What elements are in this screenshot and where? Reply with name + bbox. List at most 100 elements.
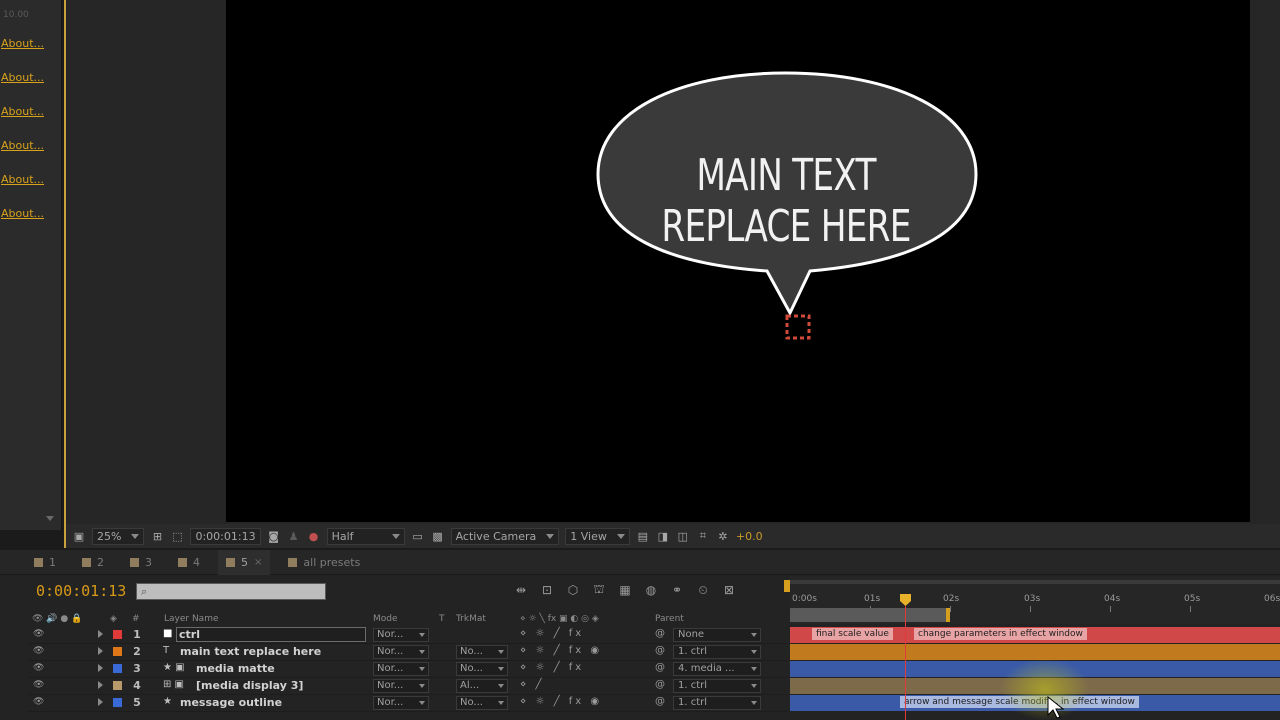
marker-label[interactable]: final scale value: [812, 628, 893, 640]
draft-3d-icon[interactable]: ⬡: [564, 582, 582, 598]
eye-icon[interactable]: 👁: [33, 646, 44, 656]
brainstorm-icon[interactable]: ⚭: [668, 582, 686, 598]
current-time-display[interactable]: 0:00:01:13: [36, 582, 126, 600]
pickwhip-icon[interactable]: @: [655, 696, 665, 707]
trkmat-dropdown[interactable]: No...: [456, 696, 508, 710]
parent-dropdown[interactable]: 1. ctrl: [673, 696, 761, 710]
layer-duration-bar[interactable]: [790, 644, 1280, 660]
exposure-reset-icon[interactable]: ✲: [716, 529, 730, 543]
about-link[interactable]: About...: [1, 139, 44, 152]
pickwhip-icon[interactable]: @: [655, 645, 665, 656]
work-area-end-handle[interactable]: [946, 608, 950, 622]
timeline-icon[interactable]: ◫: [676, 529, 690, 543]
layer-duration-bar[interactable]: final scale value change parameters in e…: [790, 627, 1280, 643]
scroll-down-icon[interactable]: [46, 516, 54, 521]
about-link[interactable]: About...: [1, 207, 44, 220]
always-preview-icon[interactable]: ▣: [72, 529, 86, 543]
layer-name[interactable]: [media display 3]: [196, 679, 303, 692]
layer-row[interactable]: 👁 3 ★ ▣ media matte Nor... No... ⋄ ☼ ╱ f…: [28, 661, 788, 678]
time-navigator[interactable]: [784, 580, 1280, 592]
motion-blur-icon[interactable]: ◍: [642, 582, 660, 598]
view-layout-dropdown[interactable]: 1 View: [565, 527, 630, 545]
about-link[interactable]: About...: [1, 173, 44, 186]
show-snapshot-icon[interactable]: ♟: [287, 529, 301, 543]
shy-layers-icon[interactable]: ⛫: [590, 582, 608, 598]
expand-arrow-icon[interactable]: [98, 681, 103, 689]
live-update-icon[interactable]: ⊡: [538, 582, 556, 598]
eye-icon[interactable]: 👁: [33, 697, 44, 707]
layer-row[interactable]: 👁 2 T main text replace here Nor... No..…: [28, 644, 788, 661]
auto-keyframe-icon[interactable]: ⏲: [694, 582, 712, 598]
expand-arrow-icon[interactable]: [98, 698, 103, 706]
layer-row[interactable]: 👁 5 ★ message outline Nor... No... ⋄ ☼ ╱…: [28, 695, 788, 712]
layer-switches[interactable]: ⋄ ☼ ╱ fx: [520, 662, 584, 673]
layer-switches[interactable]: ⋄ ╱: [520, 679, 544, 690]
color-channels-icon[interactable]: ●: [307, 529, 321, 543]
expand-arrow-icon[interactable]: [98, 647, 103, 655]
layer-switches[interactable]: ⋄ ☼ ╱ fx ◉: [520, 696, 602, 707]
label-color-chip[interactable]: [113, 698, 122, 707]
parent-dropdown[interactable]: 1. ctrl: [673, 645, 761, 659]
composition-canvas[interactable]: MAIN TEXT REPLACE HERE: [226, 0, 1250, 522]
timeline-track-area[interactable]: 0:00s 01s 02s 03s 04s 05s 06s final scal…: [784, 576, 1280, 720]
expand-arrow-icon[interactable]: [98, 630, 103, 638]
tab-comp-1[interactable]: 1: [26, 550, 64, 575]
pickwhip-icon[interactable]: @: [655, 662, 665, 673]
tab-comp-5[interactable]: 5 ×: [218, 549, 271, 575]
trkmat-dropdown[interactable]: Al...: [456, 679, 508, 693]
trkmat-dropdown[interactable]: No...: [456, 662, 508, 676]
fast-previews-icon[interactable]: ◨: [656, 529, 670, 543]
toggle-pixel-aspect-icon[interactable]: ▤: [636, 529, 650, 543]
layer-switches[interactable]: ⋄ ☼ ╱ fx: [520, 628, 584, 639]
about-link[interactable]: About...: [1, 71, 44, 84]
about-link[interactable]: About...: [1, 105, 44, 118]
camera-dropdown[interactable]: Active Camera: [450, 527, 560, 545]
layer-name[interactable]: main text replace here: [180, 645, 321, 658]
graph-editor-icon[interactable]: ⊠: [720, 582, 738, 598]
tab-all-presets[interactable]: all presets: [280, 550, 368, 575]
flowchart-icon[interactable]: ⌗: [696, 529, 710, 543]
zoom-dropdown[interactable]: 25%: [92, 527, 145, 545]
comp-mini-flowchart-icon[interactable]: ⇹: [512, 582, 530, 598]
parent-dropdown[interactable]: 1. ctrl: [673, 679, 761, 693]
mode-dropdown[interactable]: Nor...: [373, 662, 429, 676]
eye-icon[interactable]: 👁: [33, 629, 44, 639]
playhead-handle-icon[interactable]: [900, 594, 911, 606]
mode-dropdown[interactable]: Nor...: [373, 645, 429, 659]
parent-dropdown[interactable]: 4. media ...: [673, 662, 761, 676]
label-color-chip[interactable]: [113, 630, 122, 639]
resolution-dropdown[interactable]: Half: [326, 527, 405, 545]
exposure-value[interactable]: +0.0: [736, 530, 763, 543]
label-color-chip[interactable]: [113, 664, 122, 673]
layer-switches[interactable]: ⋄ ☼ ╱ fx ◉: [520, 645, 602, 656]
layer-row[interactable]: 👁 1 ■ ctrl Nor... ⋄ ☼ ╱ fx @ None: [28, 627, 788, 644]
mode-dropdown[interactable]: Nor...: [373, 628, 429, 642]
label-color-chip[interactable]: [113, 681, 122, 690]
layer-name[interactable]: message outline: [180, 696, 282, 709]
work-area-bar[interactable]: [790, 608, 948, 622]
layer-name[interactable]: media matte: [196, 662, 275, 675]
frame-blending-icon[interactable]: ▦: [616, 582, 634, 598]
region-of-interest-icon[interactable]: ▭: [411, 529, 425, 543]
column-layer-name[interactable]: Layer Name: [164, 614, 219, 624]
eye-icon[interactable]: 👁: [33, 663, 44, 673]
expand-arrow-icon[interactable]: [98, 664, 103, 672]
pickwhip-icon[interactable]: @: [655, 628, 665, 639]
pickwhip-icon[interactable]: @: [655, 679, 665, 690]
label-color-chip[interactable]: [113, 647, 122, 656]
snapshot-icon[interactable]: ◙: [267, 529, 281, 543]
marker-label[interactable]: change parameters in effect window: [914, 628, 1087, 640]
trkmat-dropdown[interactable]: No...: [456, 645, 508, 659]
tab-comp-3[interactable]: 3: [122, 550, 160, 575]
current-time-field[interactable]: 0:00:01:13: [190, 527, 261, 545]
mode-dropdown[interactable]: Nor...: [373, 696, 429, 710]
mask-visibility-icon[interactable]: ⬚: [170, 529, 184, 543]
about-link[interactable]: About...: [1, 37, 44, 50]
layer-row[interactable]: 👁 4 ⊞ ▣ [media display 3] Nor... Al... ⋄…: [28, 678, 788, 695]
layer-name-input[interactable]: ctrl: [176, 627, 366, 642]
tab-comp-4[interactable]: 4: [170, 550, 208, 575]
parent-dropdown[interactable]: None: [673, 628, 761, 642]
safe-zones-icon[interactable]: ⊞: [150, 529, 164, 543]
tab-comp-2[interactable]: 2: [74, 550, 112, 575]
time-ruler[interactable]: 0:00s 01s 02s 03s 04s 05s 06s: [784, 576, 1280, 624]
